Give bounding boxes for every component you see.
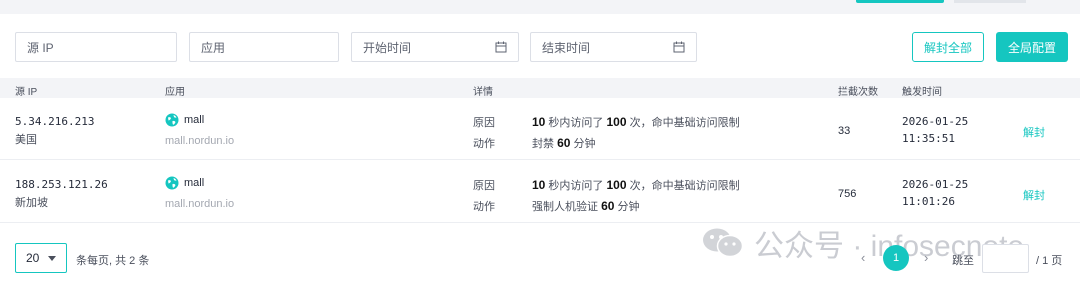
reason-t1: 秒内访问了	[548, 180, 604, 192]
reason-t1: 秒内访问了	[548, 117, 604, 129]
header-block-count: 拦截次数	[838, 87, 878, 98]
action-minutes: 60	[557, 136, 571, 150]
trigger-date: 2026-01-25	[902, 115, 969, 128]
table-row: 188.253.121.26 新加坡 mall mall.nordun.io 原…	[0, 161, 1080, 223]
reason-text: 10 秒内访问了 100 次，命中基础访问限制	[532, 114, 740, 130]
source-ip-input[interactable]: 源 IP	[15, 32, 177, 62]
action-text: 封禁 60 分钟	[532, 135, 595, 151]
reason-text: 10 秒内访问了 100 次，命中基础访问限制	[532, 177, 740, 193]
source-ip: 188.253.121.26	[15, 178, 108, 191]
block-count: 756	[838, 188, 857, 200]
unblock-link[interactable]: 解封	[1023, 187, 1045, 203]
globe-icon	[165, 113, 179, 127]
app-name: mall	[184, 114, 205, 126]
app-host: mall.nordun.io	[165, 198, 235, 210]
reason-label: 原因	[473, 117, 495, 129]
reason-label: 原因	[473, 180, 495, 192]
action-label: 动作	[473, 138, 495, 150]
active-tab-indicator[interactable]	[856, 0, 944, 3]
action-t1: 封禁	[532, 138, 554, 150]
current-page-button[interactable]: 1	[883, 245, 909, 271]
wechat-logo-icon	[703, 228, 744, 258]
header-detail: 详情	[473, 87, 493, 98]
page-info: 条每页, 共 2 条	[76, 255, 150, 267]
trigger-date: 2026-01-25	[902, 178, 969, 191]
action-t2: 分钟	[617, 201, 640, 213]
source-ip-placeholder: 源 IP	[27, 40, 54, 55]
tab-indicator[interactable]	[954, 0, 1026, 3]
header-app: 应用	[165, 87, 185, 98]
reason-seconds: 10	[532, 178, 546, 192]
header-trigger-time: 触发时间	[902, 87, 942, 98]
block-count: 33	[838, 125, 851, 137]
action-minutes: 60	[601, 199, 615, 213]
jump-page-input[interactable]	[982, 244, 1029, 273]
app-host: mall.nordun.io	[165, 135, 235, 147]
end-time-placeholder: 结束时间	[542, 40, 591, 55]
table-header: 源 IP 应用 详情 拦截次数 触发时间	[0, 78, 1080, 98]
country: 新加坡	[15, 197, 48, 209]
app-input[interactable]: 应用	[189, 32, 339, 62]
start-time-placeholder: 开始时间	[363, 40, 412, 55]
source-ip: 5.34.216.213	[15, 115, 95, 128]
action-t2: 分钟	[573, 138, 596, 150]
page-size-value: 20	[26, 251, 40, 265]
caret-down-icon	[48, 255, 56, 261]
action-t1: 强制人机验证	[532, 201, 598, 213]
end-time-picker[interactable]: 结束时间	[530, 32, 697, 62]
action-label: 动作	[473, 201, 495, 213]
country: 美国	[15, 134, 37, 146]
app-name: mall	[184, 177, 205, 189]
trigger-time: 11:01:26	[902, 195, 955, 208]
table-row: 5.34.216.213 美国 mall mall.nordun.io 原因 动…	[0, 98, 1080, 160]
top-strip	[0, 0, 1080, 14]
next-page-button[interactable]: ›	[924, 250, 928, 265]
page-size-select[interactable]: 20	[15, 243, 67, 273]
reason-seconds: 10	[532, 115, 546, 129]
calendar-icon	[495, 41, 507, 53]
reason-t2: 次，命中基础访问限制	[629, 117, 740, 129]
globe-icon	[165, 176, 179, 190]
trigger-time: 11:35:51	[902, 132, 955, 145]
jump-label: 跳至	[952, 255, 974, 267]
total-pages: / 1 页	[1036, 255, 1063, 267]
prev-page-button[interactable]: ‹	[861, 250, 865, 265]
start-time-picker[interactable]: 开始时间	[351, 32, 519, 62]
unblock-all-button[interactable]: 解封全部	[912, 32, 984, 62]
reason-hits: 100	[606, 115, 627, 129]
header-source-ip: 源 IP	[15, 87, 38, 98]
reason-t2: 次，命中基础访问限制	[629, 180, 740, 192]
global-config-button[interactable]: 全局配置	[996, 32, 1068, 62]
action-text: 强制人机验证 60 分钟	[532, 198, 639, 214]
app-placeholder: 应用	[201, 40, 226, 55]
reason-hits: 100	[606, 178, 627, 192]
unblock-link[interactable]: 解封	[1023, 124, 1045, 140]
calendar-icon	[673, 41, 685, 53]
